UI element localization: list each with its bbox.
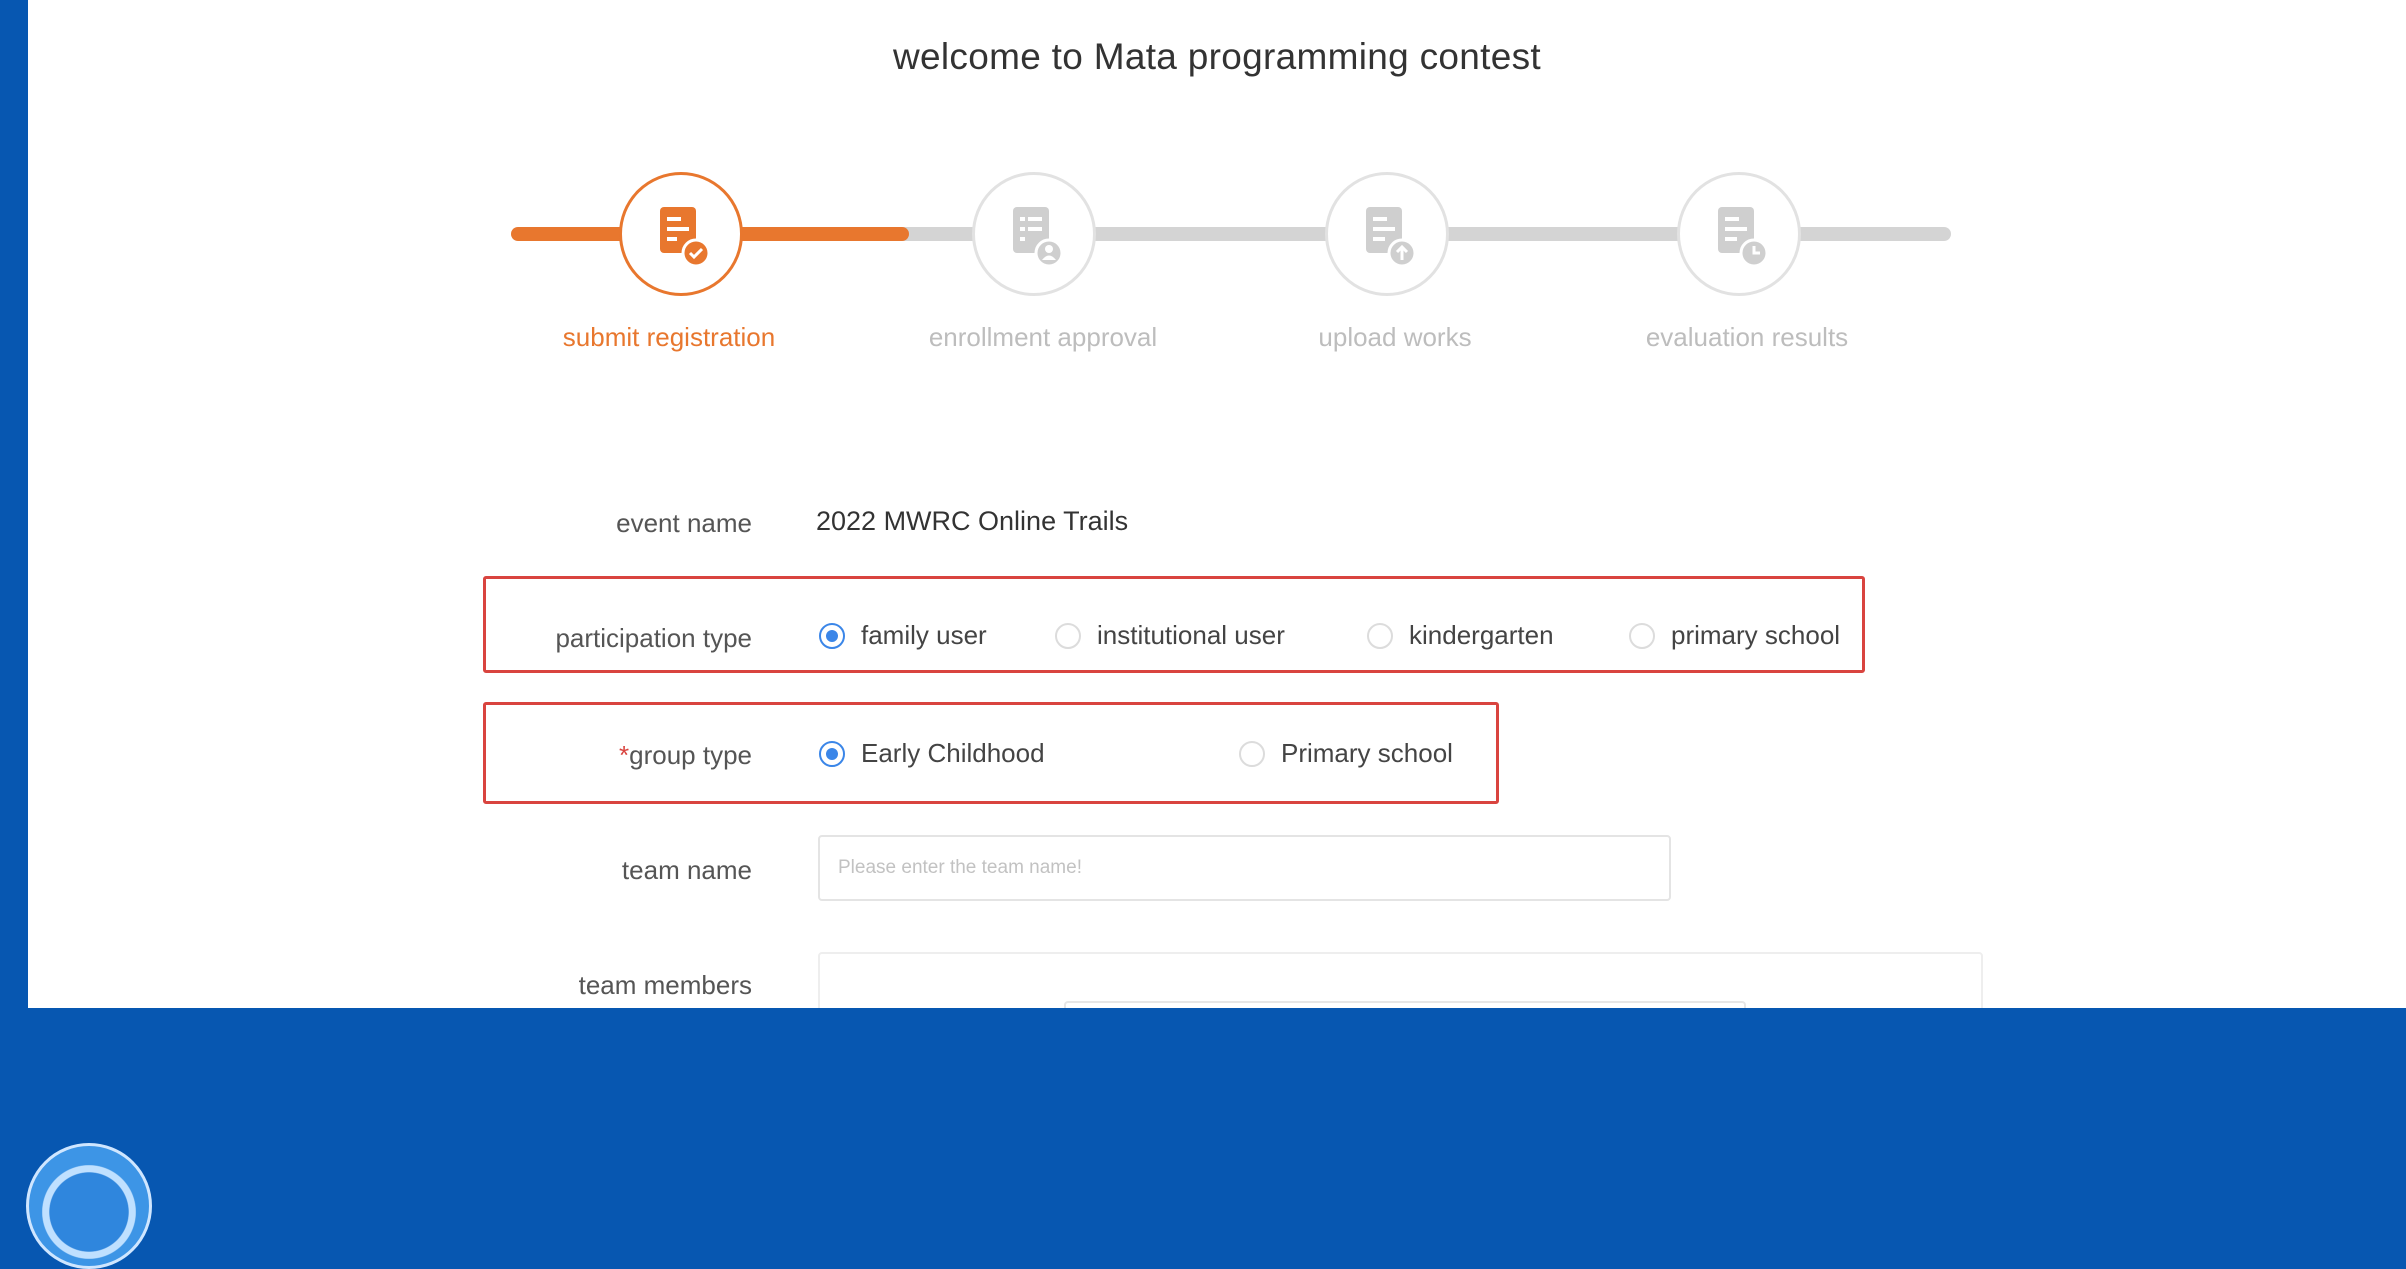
radio-group-primary-school[interactable]: Primary school	[1239, 738, 1453, 769]
step-label-submit-registration: submit registration	[562, 322, 776, 352]
radio-institutional-user[interactable]: institutional user	[1055, 620, 1285, 651]
form-check-icon	[660, 207, 710, 268]
radio-dot[interactable]	[1239, 740, 1265, 767]
step-enrollment-approval[interactable]	[972, 172, 1096, 296]
form-clock-icon	[1718, 207, 1768, 268]
radio-dot[interactable]	[1629, 622, 1655, 649]
form-upload-icon	[1366, 207, 1416, 268]
group-type-label: *group type	[372, 740, 752, 771]
radio-label: Early Childhood	[861, 738, 1045, 768]
radio-kindergarten[interactable]: kindergarten	[1367, 620, 1554, 651]
radio-family-user[interactable]: family user	[819, 620, 987, 651]
page-title: welcome to Mata programming contest	[893, 36, 1541, 77]
team-name-label: team name	[621, 855, 752, 885]
group-type-label-text: group type	[629, 740, 752, 770]
registration-panel: welcome to Mata programming contest subm…	[28, 0, 2406, 1008]
team-members-inner-box[interactable]	[1064, 1001, 1746, 1008]
form-user-icon	[1013, 207, 1063, 268]
participation-type-label: participation type	[555, 623, 752, 653]
team-members-label: team members	[578, 970, 752, 1000]
required-mark: *	[619, 740, 630, 770]
step-label-enrollment-approval: enrollment approval	[928, 322, 1158, 352]
radio-label: institutional user	[1097, 620, 1285, 650]
event-name-value: 2022 MWRC Online Trails	[816, 506, 1129, 536]
radio-primary-school[interactable]: primary school	[1629, 620, 1840, 651]
radio-early-childhood[interactable]: Early Childhood	[819, 738, 1045, 769]
radio-dot[interactable]	[819, 740, 845, 767]
step-submit-registration[interactable]	[619, 172, 743, 296]
radio-label: kindergarten	[1409, 620, 1554, 650]
step-label-upload-works: upload works	[1318, 322, 1472, 352]
radio-label: primary school	[1671, 620, 1841, 650]
radio-dot[interactable]	[1367, 622, 1393, 649]
radio-dot[interactable]	[819, 622, 845, 649]
radio-label: family user	[861, 620, 987, 650]
step-upload-works[interactable]	[1325, 172, 1449, 296]
step-label-evaluation-results: evaluation results	[1645, 322, 1849, 352]
team-members-box[interactable]	[818, 952, 1983, 1008]
radio-label: Primary school	[1281, 738, 1453, 768]
event-name-label: event name	[616, 508, 752, 538]
step-evaluation-results[interactable]	[1677, 172, 1801, 296]
globe-logo-icon	[26, 1143, 152, 1269]
team-name-input[interactable]	[818, 835, 1671, 901]
radio-dot[interactable]	[1055, 622, 1081, 649]
